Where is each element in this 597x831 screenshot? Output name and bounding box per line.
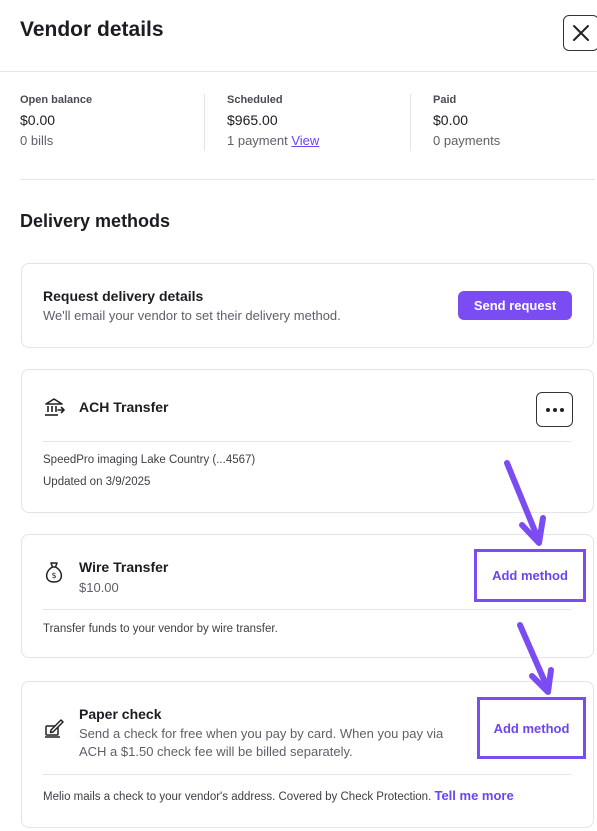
scheduled-count: 1 payment View (227, 133, 427, 148)
summary-divider (410, 94, 411, 151)
card-divider (43, 609, 572, 610)
vendor-details-panel: Vendor details Open balance $0.00 0 bill… (0, 0, 597, 831)
annotation-arrow-icon (517, 622, 554, 695)
ach-updated-date: Updated on 3/9/2025 (43, 476, 151, 488)
send-request-button[interactable]: Send request (458, 291, 572, 320)
paid-amount: $0.00 (433, 112, 469, 128)
paid-block: Paid $0.00 0 payments (433, 94, 597, 152)
request-delivery-title: Request delivery details (43, 288, 204, 304)
card-divider (43, 774, 572, 775)
open-balance-block: Open balance $0.00 0 bills (20, 94, 220, 152)
wire-transfer-title: Wire Transfer (79, 559, 169, 575)
page-title: Vendor details (20, 18, 164, 41)
annotation-arrow-icon (504, 460, 546, 546)
paid-count: 0 payments (433, 133, 501, 148)
paid-label: Paid (433, 94, 457, 106)
wire-add-method-button[interactable]: Add method (474, 549, 586, 602)
close-icon (573, 25, 589, 41)
scheduled-block: Scheduled $965.00 1 payment View (227, 94, 427, 152)
ach-more-button[interactable] (536, 392, 573, 427)
ach-transfer-title: ACH Transfer (79, 399, 169, 415)
card-divider (43, 441, 572, 442)
balance-summary: Open balance $0.00 0 bills Scheduled $96… (0, 72, 597, 180)
scheduled-label: Scheduled (227, 94, 283, 106)
scheduled-amount: $965.00 (227, 112, 278, 128)
section-divider (20, 179, 595, 180)
wire-transfer-description: Transfer funds to your vendor by wire tr… (43, 623, 278, 635)
scheduled-count-text: 1 payment (227, 133, 288, 148)
paper-check-description-text: Melio mails a check to your vendor's add… (43, 791, 432, 803)
view-scheduled-link[interactable]: View (291, 133, 319, 148)
open-balance-label: Open balance (20, 94, 93, 106)
paper-check-subtitle-line1: Send a check for free when you pay by ca… (79, 726, 444, 741)
check-edit-icon (44, 718, 64, 738)
check-add-method-button[interactable]: Add method (477, 697, 586, 759)
more-icon (545, 407, 564, 412)
open-balance-amount: $0.00 (20, 112, 56, 128)
delivery-methods-title: Delivery methods (20, 211, 171, 231)
open-balance-count: 0 bills (20, 133, 54, 148)
paper-check-subtitle-line2: ACH a $1.50 check fee will be billed sep… (79, 744, 353, 759)
panel-header: Vendor details (0, 0, 597, 72)
close-button[interactable] (563, 15, 597, 51)
tell-me-more-link[interactable]: Tell me more (434, 788, 513, 803)
svg-text:$: $ (51, 571, 56, 580)
summary-divider (204, 94, 205, 151)
paper-check-title: Paper check (79, 706, 162, 722)
request-delivery-subtitle: We'll email your vendor to set their del… (43, 308, 341, 323)
bank-icon (43, 396, 65, 418)
paper-check-description: Melio mails a check to your vendor's add… (43, 788, 514, 803)
wire-transfer-fee: $10.00 (79, 580, 119, 595)
ach-account-name: SpeedPro imaging Lake Country (...4567) (43, 454, 256, 466)
request-delivery-card: Request delivery details We'll email you… (21, 263, 594, 348)
money-bag-icon: $ (44, 561, 64, 583)
